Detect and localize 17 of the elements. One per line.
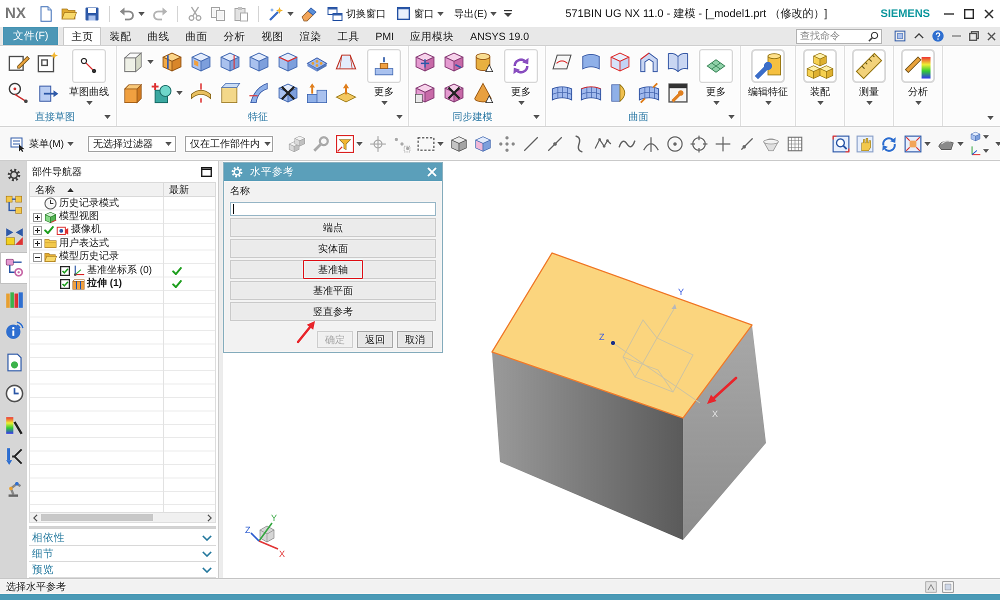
- panel-title: 部件导航器: [32, 166, 82, 178]
- group-label: 特征: [247, 110, 269, 124]
- axis-label: X: [712, 409, 718, 419]
- axis-label: Y: [271, 513, 278, 523]
- window-title: 571BIN UG NX 11.0 - 建模 - [_model1.prt （修改的）]: [564, 7, 828, 21]
- axis-label: Y: [678, 287, 684, 297]
- axis-label: Z: [599, 332, 604, 342]
- axis-label: X: [279, 549, 286, 559]
- group-label: 同步建模: [452, 110, 494, 124]
- status-message: 选择水平参考: [6, 580, 66, 594]
- group-label: 直接草图: [34, 110, 76, 124]
- field-label: 名称: [230, 185, 250, 198]
- app-logo: NX: [5, 5, 26, 22]
- group-label: 曲面: [628, 110, 650, 124]
- dialog-title: 水平参考: [250, 165, 295, 179]
- axis-label: Z: [245, 525, 250, 535]
- brand-name: SIEMENS: [880, 8, 930, 20]
